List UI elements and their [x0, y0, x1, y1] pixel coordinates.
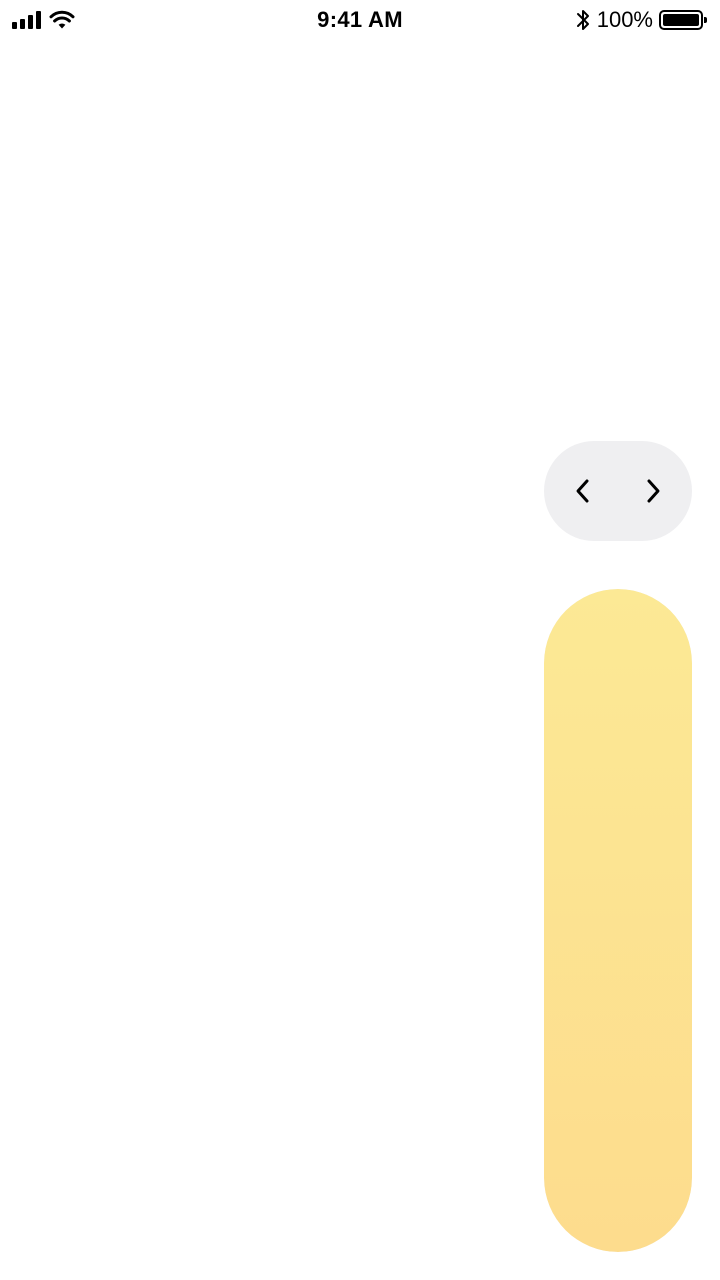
next-button[interactable] — [635, 473, 671, 509]
chevron-right-icon — [647, 479, 660, 503]
status-bar: 9:41 AM 100% — [0, 0, 720, 40]
pager-control — [544, 441, 692, 541]
app-screen: 9:41 AM 100% — [0, 0, 720, 1280]
battery-fill — [663, 14, 699, 26]
level-fill — [544, 589, 692, 1252]
bluetooth-icon — [576, 10, 589, 30]
battery-percent: 100% — [596, 7, 653, 32]
status-right: 100% — [575, 7, 708, 33]
battery-icon — [659, 10, 707, 30]
level-slider[interactable] — [544, 589, 692, 1252]
chevron-left-icon — [576, 479, 589, 503]
battery-nub — [704, 17, 707, 23]
previous-button[interactable] — [565, 473, 601, 509]
